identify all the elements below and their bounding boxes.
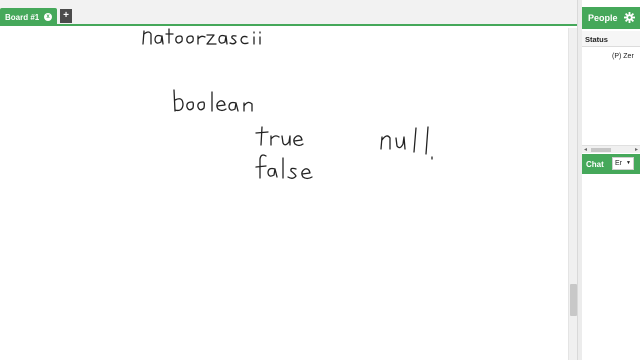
chevron-down-icon: ▼ (626, 160, 631, 166)
add-board-button[interactable]: + (60, 9, 72, 23)
handwritten-true (255, 126, 304, 147)
canvas-vertical-scrollbar[interactable] (568, 28, 577, 360)
handwritten-boolean (173, 89, 253, 112)
people-header: People (582, 7, 640, 29)
chat-header: Chat Er ▼ (582, 154, 640, 174)
status-column-header: Status (585, 35, 608, 44)
tab-board-1-label: Board #1 (5, 12, 40, 22)
handwritten-null (380, 126, 433, 160)
chat-language-select[interactable]: Er ▼ (612, 157, 634, 170)
canvas-scrollbar-thumb[interactable] (570, 284, 577, 316)
splitter-grip-icon: ⋮ (579, 196, 586, 204)
close-tab-icon[interactable]: x (44, 13, 52, 21)
people-scrollbar-thumb[interactable] (591, 148, 611, 152)
whiteboard-canvas[interactable] (0, 28, 568, 360)
people-title: People (588, 13, 618, 23)
board-tab-strip: Board #1 x + (0, 0, 578, 26)
chat-title: Chat (586, 159, 604, 169)
handwritten-false (255, 154, 313, 180)
chat-language-value: Er (615, 160, 622, 167)
right-sidebar: People Status (P) Zer ◂ ▸ Chat Er ▼ (582, 0, 640, 360)
scroll-left-icon[interactable]: ◂ (584, 146, 587, 153)
tab-board-1[interactable]: Board #1 x (0, 8, 57, 26)
chat-messages-area (582, 174, 640, 360)
scroll-right-icon[interactable]: ▸ (635, 146, 638, 153)
handwritten-natoorzascii (142, 28, 261, 45)
handwriting-layer (142, 28, 433, 180)
people-horizontal-scrollbar[interactable]: ◂ ▸ (582, 145, 640, 153)
person-row[interactable]: (P) Zer (612, 53, 634, 60)
gear-icon[interactable] (624, 12, 635, 23)
people-table-header: Status (582, 31, 640, 47)
people-list: (P) Zer (582, 47, 640, 143)
